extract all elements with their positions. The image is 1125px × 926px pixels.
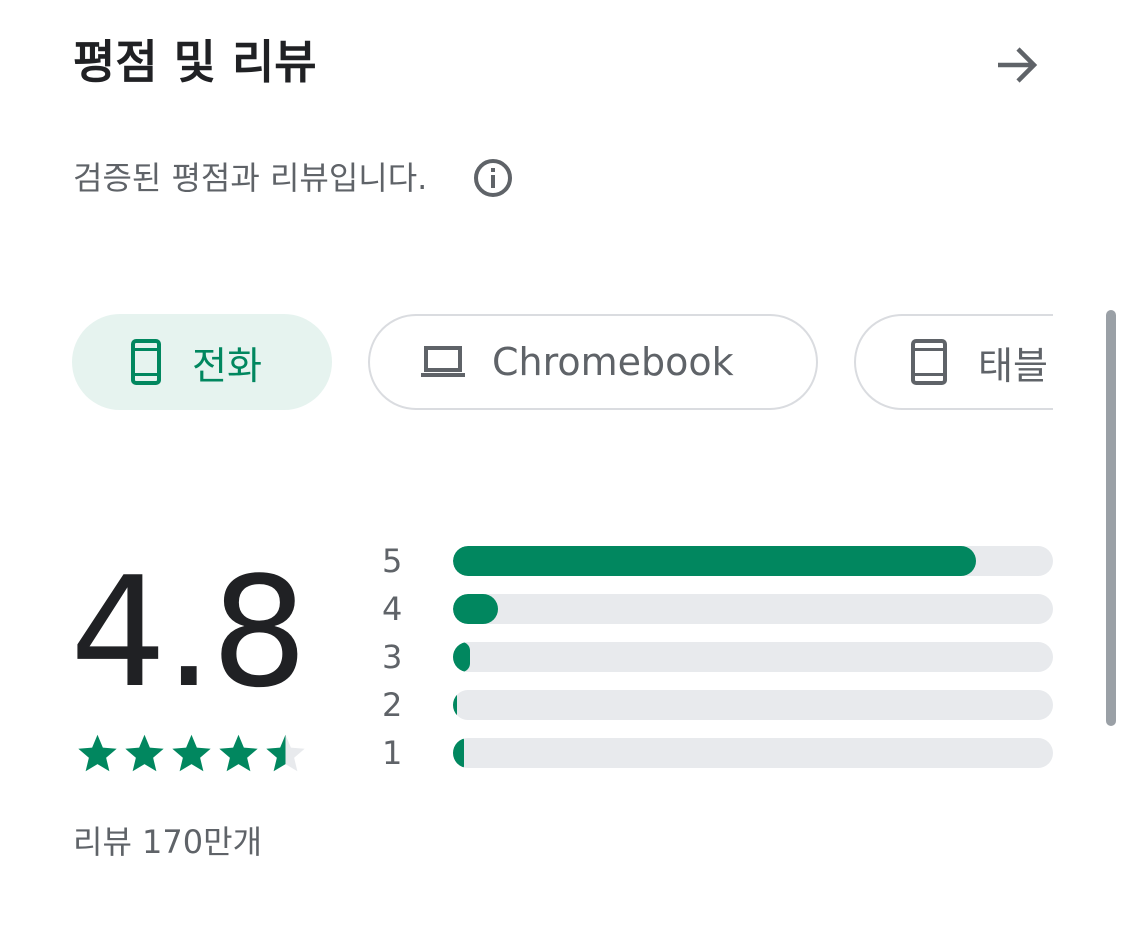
histogram-label-1: 1 [382,734,403,772]
phone-icon [131,339,161,385]
laptop-icon [421,346,465,377]
histogram-label-2: 2 [382,686,403,724]
star-icon [125,734,164,772]
review-count: 리뷰 170만개 [73,823,263,861]
average-rating: 4.8 [70,544,308,721]
star-icon [78,734,117,772]
histogram-fill [453,690,457,720]
chip-chromebook[interactable]: Chromebook [368,314,818,410]
star-icon [219,734,258,772]
star-icon [172,734,211,772]
histogram-fill [453,738,464,768]
histogram-fill [453,642,470,672]
chip-label: 태블 [978,343,1048,388]
star-half-icon [266,734,305,772]
device-filter-chips: 전화 Chromebook 태블 [72,314,1053,412]
histogram-label-4: 4 [382,590,403,628]
histogram-bar-1 [453,738,1053,768]
star-rating [74,730,309,776]
chip-label: 전화 [192,343,262,388]
histogram-bar-5 [453,546,1053,576]
scrollbar[interactable] [1106,310,1116,726]
histogram-label-3: 3 [382,638,403,676]
histogram-fill [453,594,498,624]
histogram-bar-4 [453,594,1053,624]
histogram-bar-3 [453,642,1053,672]
histogram-label-5: 5 [382,542,403,580]
arrow-forward-icon[interactable] [990,38,1044,92]
section-title: 평점 및 리뷰 [73,35,317,89]
chip-phone[interactable]: 전화 [72,314,332,410]
chip-label: Chromebook [492,340,734,384]
tablet-icon [911,339,947,385]
info-icon[interactable] [471,156,515,200]
chip-tablet[interactable]: 태블 [854,314,1053,410]
histogram-fill [453,546,976,576]
histogram-bar-2 [453,690,1053,720]
verified-notice: 검증된 평점과 리뷰입니다. [73,159,428,197]
